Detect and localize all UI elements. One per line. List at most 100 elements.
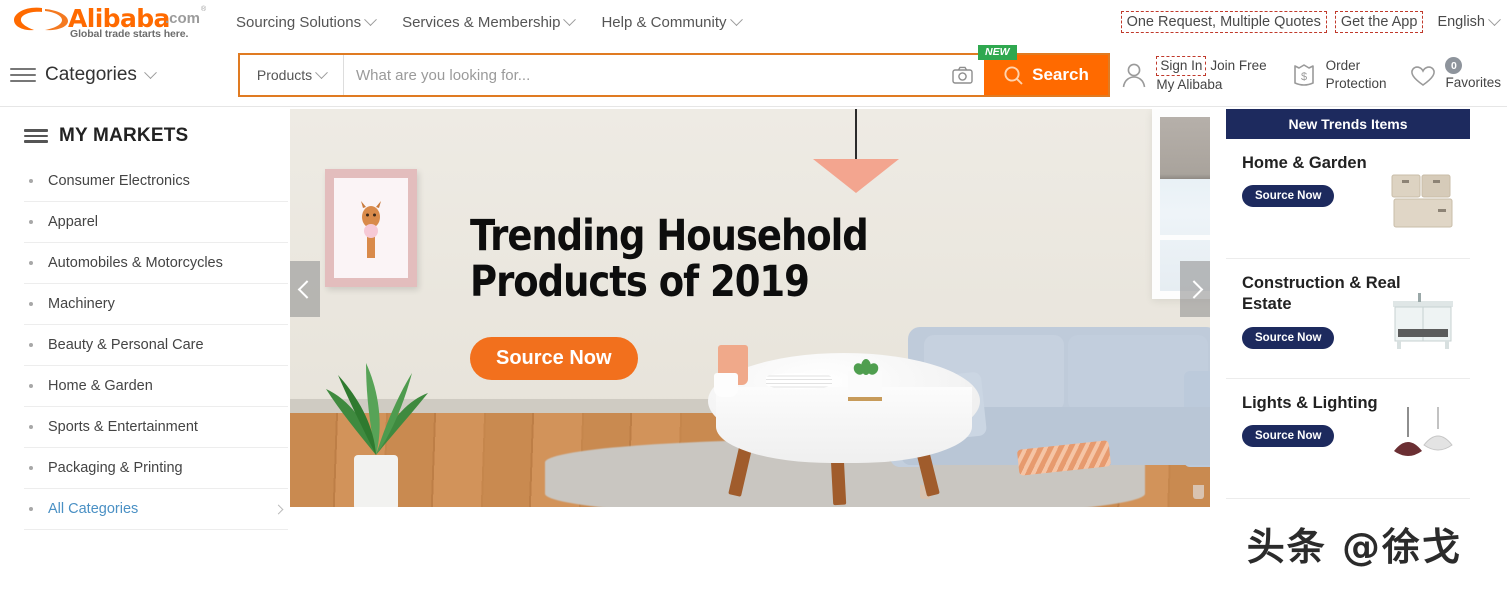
banner-headline: Trending Household Products of 2019 bbox=[470, 211, 869, 308]
banner-source-now-button[interactable]: Source Now bbox=[470, 337, 638, 380]
favorites[interactable]: 0 Favorites bbox=[1408, 57, 1501, 92]
search-button[interactable]: Search bbox=[984, 55, 1108, 95]
language-label: English bbox=[1437, 14, 1485, 30]
vanity-cabinet-image bbox=[1393, 293, 1453, 349]
hero-banner-carousel[interactable]: Trending Household Products of 2019 Sour… bbox=[290, 109, 1210, 507]
nav-label: Sourcing Solutions bbox=[236, 13, 362, 31]
bullet-icon bbox=[29, 220, 33, 224]
search-row: Categories Products Search NEW bbox=[0, 44, 1507, 106]
sidebar-item-home-garden[interactable]: Home & Garden bbox=[24, 366, 288, 407]
my-markets-list: Consumer Electronics Apparel Automobiles… bbox=[24, 161, 288, 530]
account-links-row: Sign In Join Free bbox=[1156, 55, 1267, 76]
bullet-icon bbox=[29, 343, 33, 347]
search-type-label: Products bbox=[256, 67, 313, 83]
sidebar-item-label: All Categories bbox=[48, 501, 139, 517]
nav-label: Services & Membership bbox=[402, 13, 561, 31]
account-text: Sign In Join Free My Alibaba bbox=[1156, 55, 1267, 94]
carousel-next-button[interactable] bbox=[1180, 261, 1210, 317]
join-free-link[interactable]: Join Free bbox=[1210, 57, 1266, 75]
order-protection-line1: Order bbox=[1325, 57, 1361, 73]
my-alibaba-label[interactable]: My Alibaba bbox=[1156, 76, 1266, 94]
favorites-label: Favorites bbox=[1445, 75, 1501, 91]
sign-in-link[interactable]: Sign In bbox=[1156, 55, 1207, 76]
top-utility-bar: Alibaba .com ® Global trade starts here.… bbox=[0, 0, 1507, 44]
sidebar-item-machinery[interactable]: Machinery bbox=[24, 284, 288, 325]
categories-menu-button[interactable]: Categories bbox=[10, 64, 210, 86]
banner-potted-plant bbox=[308, 337, 444, 507]
heart-icon bbox=[1411, 66, 1436, 86]
chevron-down-icon bbox=[1488, 12, 1501, 26]
sidebar-item-automobiles-motorcycles[interactable]: Automobiles & Motorcycles bbox=[24, 243, 288, 284]
giraffe-artwork-icon bbox=[361, 201, 381, 258]
trend-source-now-button[interactable]: Source Now bbox=[1242, 185, 1335, 208]
storage-baskets-image bbox=[1391, 174, 1453, 228]
language-selector[interactable]: English bbox=[1437, 12, 1501, 30]
svg-text:$: $ bbox=[1301, 71, 1307, 83]
alibaba-logo[interactable]: Alibaba .com ® Global trade starts here. bbox=[10, 2, 210, 42]
one-request-multiple-quotes-link[interactable]: One Request, Multiple Quotes bbox=[1120, 11, 1327, 33]
main-content: MY MARKETS Consumer Electronics Apparel … bbox=[0, 107, 1507, 577]
nav-label: Help & Community bbox=[601, 13, 727, 31]
search-type-selector[interactable]: Products bbox=[240, 55, 344, 95]
order-protection[interactable]: $ Order Protection bbox=[1289, 57, 1386, 93]
logo-tagline: Global trade starts here. bbox=[70, 28, 189, 40]
sidebar-item-label: Apparel bbox=[48, 214, 98, 230]
search-box: Products Search NEW bbox=[238, 45, 1110, 97]
chevron-down-icon bbox=[315, 65, 328, 79]
primary-navigation: Sourcing Solutions Services & Membership… bbox=[236, 12, 743, 31]
my-markets-heading: MY MARKETS bbox=[24, 125, 290, 147]
chevron-down-icon bbox=[563, 12, 577, 26]
get-the-app-link[interactable]: Get the App bbox=[1334, 11, 1424, 33]
bullet-icon bbox=[29, 179, 33, 183]
sidebar-item-all-categories[interactable]: All Categories bbox=[24, 489, 288, 530]
trend-item-construction-real-estate[interactable]: Construction & Real Estate Source Now bbox=[1226, 259, 1470, 379]
person-icon bbox=[1123, 63, 1146, 88]
chevron-down-icon bbox=[144, 65, 157, 79]
sidebar-item-label: Machinery bbox=[48, 296, 115, 312]
bullet-icon bbox=[29, 302, 33, 306]
trend-item-home-garden[interactable]: Home & Garden Source Now bbox=[1226, 139, 1470, 259]
categories-label: Categories bbox=[45, 64, 137, 85]
trend-item-lights-lighting[interactable]: Lights & Lighting Source Now bbox=[1226, 379, 1470, 499]
my-alibaba-account[interactable]: Sign In Join Free My Alibaba bbox=[1119, 55, 1267, 94]
new-trends-rail: New Trends Items Home & Garden Source No… bbox=[1226, 109, 1470, 577]
sidebar-item-sports-entertainment[interactable]: Sports & Entertainment bbox=[24, 407, 288, 448]
banner-wall-art-frame bbox=[325, 169, 417, 287]
nav-services-membership[interactable]: Services & Membership bbox=[402, 12, 577, 31]
sidebar-item-label: Automobiles & Motorcycles bbox=[48, 255, 223, 271]
camera-icon bbox=[951, 66, 973, 84]
table-mug bbox=[714, 373, 738, 397]
succulent-icon bbox=[853, 359, 879, 375]
chevron-left-icon bbox=[297, 279, 316, 299]
banner-coffee-table bbox=[708, 339, 980, 506]
magnifier-icon bbox=[1004, 65, 1023, 85]
search-input[interactable] bbox=[344, 55, 940, 95]
chevron-down-icon bbox=[729, 12, 743, 26]
trend-title: Construction & Real Estate bbox=[1242, 274, 1401, 314]
sidebar-item-label: Packaging & Printing bbox=[48, 460, 183, 476]
window-mullion-horizontal bbox=[1160, 235, 1210, 240]
sidebar-item-beauty-personal-care[interactable]: Beauty & Personal Care bbox=[24, 325, 288, 366]
nav-help-community[interactable]: Help & Community bbox=[601, 12, 743, 31]
image-search-button[interactable] bbox=[940, 55, 984, 95]
sidebar-item-label: Home & Garden bbox=[48, 378, 153, 394]
bullet-icon bbox=[29, 261, 33, 265]
bullet-icon bbox=[29, 507, 33, 511]
carousel-prev-button[interactable] bbox=[290, 261, 320, 317]
my-markets-sidebar: MY MARKETS Consumer Electronics Apparel … bbox=[0, 107, 290, 577]
trend-source-now-button[interactable]: Source Now bbox=[1242, 425, 1335, 448]
trend-source-now-button[interactable]: Source Now bbox=[1242, 326, 1335, 349]
user-account-zone: Sign In Join Free My Alibaba $ Order Pro… bbox=[1119, 44, 1501, 106]
list-icon bbox=[24, 129, 48, 143]
alibaba-swoosh-icon bbox=[14, 7, 68, 31]
my-markets-title: MY MARKETS bbox=[59, 125, 189, 146]
image-watermark: 头条 @徐戈 bbox=[1246, 525, 1462, 569]
sidebar-item-consumer-electronics[interactable]: Consumer Electronics bbox=[24, 161, 288, 202]
search-button-label: Search bbox=[1032, 65, 1089, 84]
favorites-count-badge: 0 bbox=[1445, 57, 1463, 75]
favorites-text: 0 Favorites bbox=[1445, 57, 1501, 92]
sidebar-item-apparel[interactable]: Apparel bbox=[24, 202, 288, 243]
sidebar-item-packaging-printing[interactable]: Packaging & Printing bbox=[24, 448, 288, 489]
plant-leaves-icon bbox=[326, 363, 428, 455]
nav-sourcing-solutions[interactable]: Sourcing Solutions bbox=[236, 12, 377, 31]
